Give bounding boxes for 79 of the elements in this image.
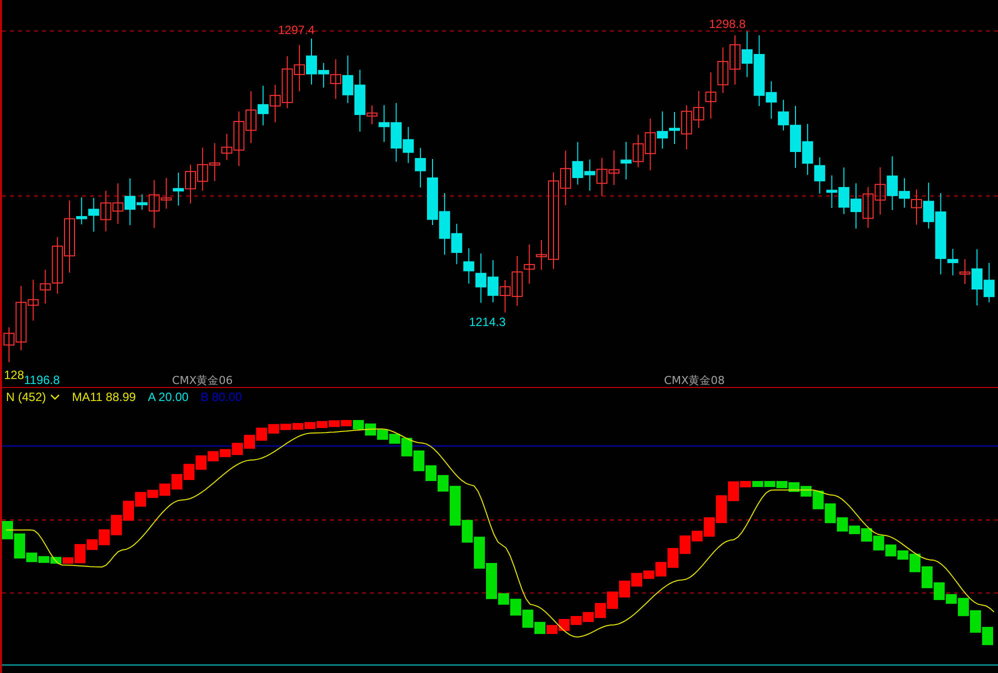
indicator-bar [716, 495, 727, 524]
candlestick [802, 123, 814, 176]
candlestick [596, 157, 608, 197]
indicator-bar [570, 616, 582, 625]
candlestick [681, 104, 692, 150]
candlestick [172, 172, 184, 206]
candlestick [984, 262, 995, 303]
indicator-bar [2, 521, 13, 540]
candlestick [693, 90, 704, 129]
candlestick [620, 141, 632, 180]
candlestick [100, 190, 112, 232]
axis-label: CMX黄金06 [172, 375, 233, 386]
legend-value: B 80.00 [200, 389, 242, 406]
indicator-bar [619, 580, 630, 598]
candlestick [488, 260, 498, 303]
indicator-bar [256, 428, 268, 441]
candlestick [608, 150, 620, 186]
price-label: 1196.8 [24, 374, 60, 386]
indicator-bar [885, 544, 896, 556]
legend-value: MA11 88.99 [72, 389, 136, 406]
candlestick [717, 46, 728, 94]
candlestick [270, 84, 281, 123]
indicator-bar [474, 536, 485, 569]
price-label: 1297.4 [278, 24, 315, 36]
indicator-bar [824, 503, 836, 524]
indicator-bar [268, 424, 280, 434]
axis-label: CMX黄金08 [664, 375, 725, 386]
indicator-bar [558, 619, 570, 631]
candlestick [475, 253, 486, 304]
indicator-bar [208, 451, 219, 462]
candlestick [88, 197, 100, 232]
indicator-bar [922, 566, 933, 588]
indicator-bar [244, 434, 255, 449]
candlestick [185, 164, 196, 204]
candlestick [826, 174, 838, 209]
candlestick [874, 166, 886, 216]
candlestick [197, 147, 208, 192]
indicator-bar [607, 592, 618, 609]
indicator-bar [171, 474, 182, 490]
price-label: 128 [4, 369, 24, 381]
candlestick [911, 189, 922, 226]
indicator-bar [668, 548, 678, 568]
candlestick [838, 167, 850, 215]
candlestick [112, 182, 124, 224]
candlestick [342, 55, 354, 104]
indicator-bar [196, 455, 207, 470]
candlestick [463, 248, 474, 284]
candlestick [669, 111, 680, 145]
indicator-bar [546, 624, 558, 634]
indicator-bar [123, 500, 134, 521]
candlestick [258, 85, 269, 126]
indicator-bar [365, 423, 376, 436]
candlestick [282, 56, 293, 109]
legend-value: A 20.00 [148, 389, 189, 406]
indicator-bar [110, 514, 122, 536]
candlestick [730, 35, 740, 85]
candlestick [656, 111, 668, 150]
chevron-down-icon [50, 394, 60, 400]
indicator-bar [788, 482, 800, 492]
price-label: 1214.3 [469, 316, 506, 328]
indicator-bar [413, 450, 424, 472]
candlestick [814, 156, 826, 194]
indicator-bar [426, 465, 436, 482]
candlestick [246, 90, 256, 144]
candlestick [862, 186, 874, 228]
indicator-bar [377, 430, 388, 440]
price-label: 1298.8 [709, 18, 746, 30]
indicator-selector[interactable]: N (452) [6, 388, 60, 406]
candlestick [209, 142, 220, 182]
candlestick [294, 44, 305, 92]
candlestick [705, 72, 716, 120]
indicator-bar [982, 626, 994, 646]
candlestick [524, 244, 535, 284]
candlestick [584, 159, 596, 192]
indicator-bar [184, 464, 194, 480]
candlestick [572, 142, 584, 185]
candlestick [850, 182, 862, 230]
indicator-bar [873, 536, 884, 550]
indicator-bar [970, 610, 981, 633]
